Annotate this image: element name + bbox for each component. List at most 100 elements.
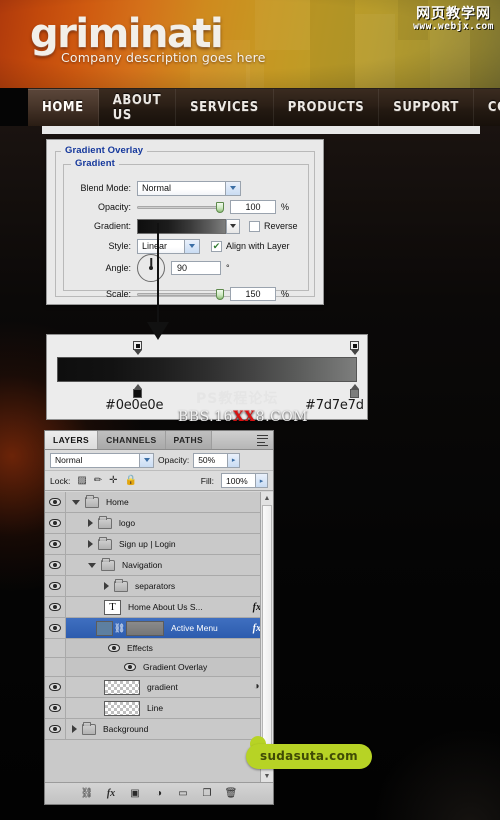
opacity-slider[interactable]	[137, 201, 224, 213]
scale-slider-knob[interactable]	[216, 288, 224, 300]
site-logo[interactable]: griminati Company description goes here	[30, 12, 266, 65]
disclosure-triangle-icon[interactable]	[72, 725, 77, 733]
visibility-toggle[interactable]	[45, 534, 66, 554]
opacity-stop-left[interactable]	[133, 341, 142, 355]
disclosure-triangle-icon[interactable]	[88, 519, 93, 527]
color-stop-left[interactable]	[133, 384, 142, 398]
angle-value-field[interactable]: 90	[171, 261, 221, 275]
fill-spinner-icon[interactable]: ▸	[255, 474, 267, 487]
layers-panel: LAYERS CHANNELS PATHS Normal Opacity: 50…	[44, 430, 274, 805]
gradient-picker-chevron-icon[interactable]	[226, 218, 240, 234]
visibility-toggle[interactable]	[45, 555, 66, 575]
delete-layer-icon[interactable]: 🗑	[225, 787, 238, 800]
lock-transparent-pixels-icon[interactable]: ▨	[77, 475, 86, 486]
reverse-checkbox[interactable]	[249, 220, 260, 232]
tab-channels[interactable]: CHANNELS	[98, 431, 166, 449]
visibility-toggle[interactable]	[45, 492, 66, 512]
layer-blend-mode-value: Normal	[55, 455, 83, 465]
disclosure-triangle-icon[interactable]	[88, 562, 96, 568]
visibility-toggle[interactable]	[45, 597, 66, 617]
tab-paths[interactable]: PATHS	[165, 431, 213, 449]
layer-name: Gradient Overlay	[143, 662, 208, 672]
lock-position-icon[interactable]: ✛	[109, 475, 117, 486]
layer-row-line[interactable]: Line	[45, 698, 273, 719]
lock-label: Lock:	[50, 475, 71, 486]
align-with-layer-checkbox[interactable]	[211, 240, 222, 252]
blend-mode-select[interactable]: Normal	[137, 180, 241, 196]
visibility-toggle[interactable]	[45, 698, 66, 718]
gradient-label: Gradient:	[93, 221, 131, 231]
disclosure-triangle-icon[interactable]	[104, 582, 109, 590]
layer-row-gradient[interactable]: gradient ◑	[45, 677, 273, 698]
opacity-value-field[interactable]: 100	[230, 200, 276, 214]
visibility-toggle[interactable]	[45, 719, 66, 739]
layer-row-background[interactable]: Background	[45, 719, 273, 740]
eye-icon	[49, 704, 61, 712]
new-group-icon[interactable]: ▭	[177, 787, 190, 800]
chevron-down-icon	[139, 453, 153, 467]
watermark-url-text: www.webjx.com	[413, 21, 494, 33]
layer-mask-icon[interactable]: ▣	[129, 787, 142, 800]
fx-icon[interactable]: fx	[105, 787, 118, 800]
lock-all-icon[interactable]: 🔒	[125, 475, 137, 486]
opacity-slider-knob[interactable]	[216, 201, 224, 213]
folder-icon	[98, 536, 112, 550]
layer-row-gradient-overlay-effect[interactable]: Gradient Overlay	[45, 658, 273, 677]
eye-icon[interactable]	[124, 663, 136, 671]
fill-label: Fill:	[200, 475, 214, 486]
chevron-down-icon	[225, 181, 240, 195]
nav-item-contact[interactable]: CONTACT	[474, 89, 500, 126]
lock-row: Lock: ▨ ✏ ✛ 🔒 Fill: 100% ▸	[45, 471, 273, 491]
gradient-preview-swatch[interactable]	[137, 218, 240, 234]
layer-opacity-field[interactable]: 50% ▸	[193, 452, 241, 468]
layer-mask-thumbnail	[126, 620, 164, 636]
layer-fill-field[interactable]: 100% ▸	[221, 473, 268, 488]
visibility-toggle[interactable]	[45, 576, 66, 596]
chevron-down-icon	[184, 239, 199, 253]
scale-value-field[interactable]: 150	[230, 287, 276, 301]
lock-image-pixels-icon[interactable]: ✏	[94, 475, 102, 486]
blend-mode-label: Blend Mode:	[80, 183, 131, 193]
scroll-up-icon[interactable]: ▲	[261, 492, 273, 504]
nav-item-support[interactable]: SUPPORT	[379, 89, 474, 126]
layer-row-navigation[interactable]: Navigation	[45, 555, 273, 576]
scroll-down-icon[interactable]: ▼	[261, 770, 273, 782]
nav-item-home[interactable]: HOME	[28, 89, 99, 126]
disclosure-triangle-icon[interactable]	[88, 540, 93, 548]
panel-menu-icon[interactable]	[257, 435, 269, 446]
scale-slider[interactable]	[137, 288, 224, 300]
visibility-toggle[interactable]	[45, 513, 66, 533]
layer-row-active-menu[interactable]: ⛓ Active Menu fx	[45, 618, 273, 639]
layer-row-signup-login[interactable]: Sign up | Login	[45, 534, 273, 555]
opacity-spinner-icon[interactable]: ▸	[227, 453, 240, 467]
layer-row-separators[interactable]: separators	[45, 576, 273, 597]
layer-row-nav-text[interactable]: T Home About Us S... fx	[45, 597, 273, 618]
nav-item-about-us[interactable]: ABOUT US	[99, 89, 177, 126]
layer-row-home[interactable]: Home	[45, 492, 273, 513]
blend-mode-value: Normal	[142, 183, 172, 193]
layer-row-logo[interactable]: logo	[45, 513, 273, 534]
eye-icon[interactable]	[108, 644, 120, 652]
site-header: griminati Company description goes here …	[0, 0, 500, 88]
disclosure-triangle-icon[interactable]	[72, 499, 80, 505]
layer-opacity-label: Opacity:	[158, 455, 190, 465]
eye-icon	[49, 725, 61, 733]
opacity-stop-right[interactable]	[350, 341, 359, 355]
color-stop-right[interactable]	[350, 384, 359, 398]
layer-row-effects[interactable]: Effects	[45, 639, 273, 658]
link-icon[interactable]: ⛓	[81, 787, 94, 800]
new-layer-icon[interactable]: ❐	[201, 787, 214, 800]
layer-blend-mode-select[interactable]: Normal	[50, 452, 154, 468]
link-mask-icon[interactable]: ⛓	[114, 622, 125, 634]
adjustment-layer-icon[interactable]: ◑	[153, 787, 166, 800]
visibility-toggle[interactable]	[45, 618, 66, 638]
scrollbar-thumb[interactable]	[262, 505, 272, 755]
tab-layers[interactable]: LAYERS	[45, 431, 99, 449]
angle-dial[interactable]	[137, 254, 165, 282]
color-stop-right-hex: #7d7e7d	[305, 398, 364, 413]
gradient-ramp[interactable]	[57, 357, 357, 382]
visibility-toggle-placeholder	[45, 639, 66, 657]
visibility-toggle[interactable]	[45, 677, 66, 697]
nav-item-products[interactable]: PRODUCTS	[274, 89, 380, 126]
nav-item-services[interactable]: SERVICES	[176, 89, 274, 126]
